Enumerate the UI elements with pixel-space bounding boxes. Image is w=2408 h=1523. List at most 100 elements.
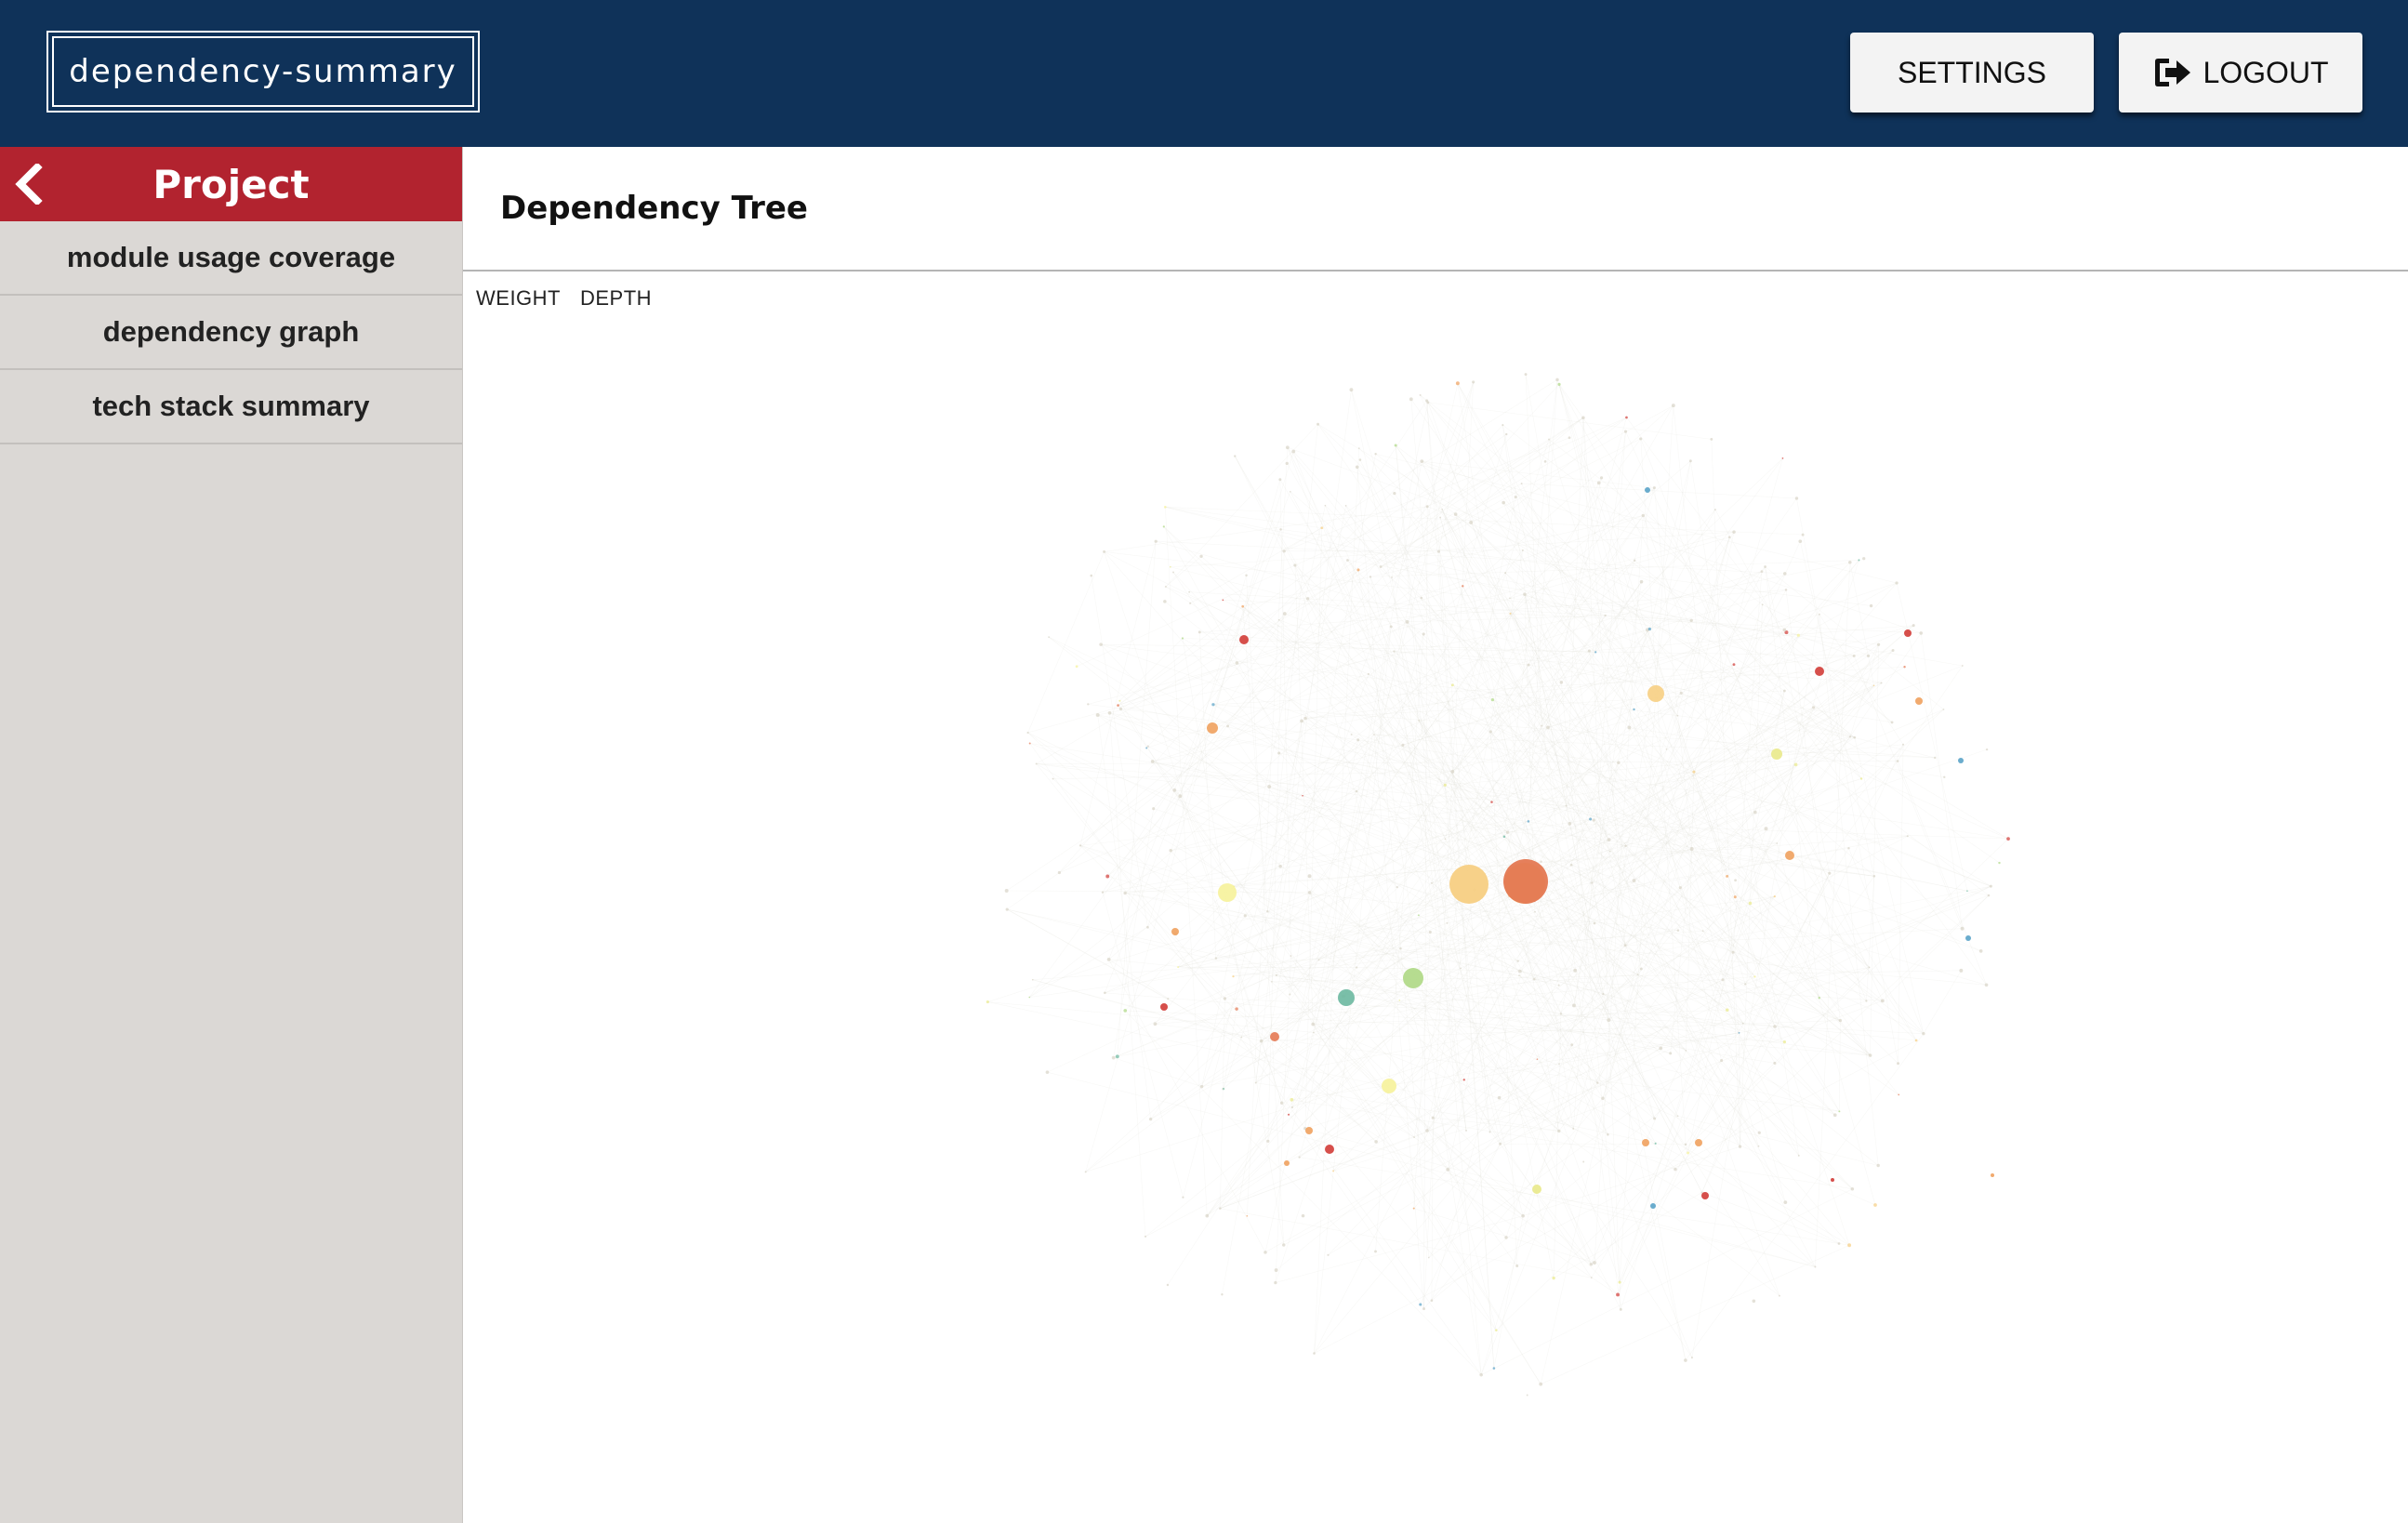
sidebar-item-tech-stack-summary[interactable]: tech stack summary xyxy=(0,370,462,444)
graph-node[interactable] xyxy=(1958,758,1964,763)
graph-node-minor xyxy=(1028,996,1031,999)
graph-edge xyxy=(1294,564,1570,825)
graph-node[interactable] xyxy=(1701,1192,1709,1199)
graph-node-minor xyxy=(1282,1243,1286,1247)
graph-node-minor xyxy=(1850,1186,1855,1191)
graph-node-minor xyxy=(1398,1000,1401,1001)
graph-edge xyxy=(1524,594,1604,995)
graph-node-minor xyxy=(1472,380,1475,384)
graph-node-minor xyxy=(1369,576,1372,578)
graph-node-minor xyxy=(1479,1372,1483,1377)
graph-node-minor xyxy=(1748,901,1753,906)
graph-node[interactable] xyxy=(1532,1185,1541,1194)
graph-node[interactable] xyxy=(1695,1139,1702,1146)
graph-node-minor xyxy=(1356,738,1360,742)
graph-node-minor xyxy=(1144,1235,1147,1238)
graph-node-minor xyxy=(1234,455,1237,457)
graph-node[interactable] xyxy=(1403,968,1423,988)
graph-node-minor xyxy=(1987,894,1991,897)
graph-node-minor xyxy=(1031,978,1034,981)
graph-node-minor xyxy=(1565,804,1568,807)
graph-node-minor xyxy=(1847,1243,1852,1248)
sidebar-item-dependency-graph[interactable]: dependency graph xyxy=(0,296,462,370)
graph-node-minor xyxy=(1607,1018,1611,1023)
graph-node[interactable] xyxy=(1647,685,1664,702)
graph-node[interactable] xyxy=(1815,667,1824,676)
graph-node-minor xyxy=(1978,949,1983,953)
graph-node[interactable] xyxy=(1218,883,1237,902)
graph-node-minor xyxy=(1984,983,1989,987)
graph-node-minor xyxy=(1399,947,1402,950)
graph-node-minor xyxy=(1431,1116,1435,1119)
graph-node-minor xyxy=(1332,1170,1335,1172)
graph-node[interactable] xyxy=(1645,487,1650,493)
graph-node-minor xyxy=(1895,581,1899,585)
graph-node[interactable] xyxy=(1503,859,1548,904)
settings-button[interactable]: SETTINGS xyxy=(1850,33,2094,113)
graph-node[interactable] xyxy=(1325,1145,1334,1154)
graph-node[interactable] xyxy=(1338,989,1355,1006)
depth-toggle[interactable]: DEPTH xyxy=(580,286,652,311)
graph-node[interactable] xyxy=(1207,722,1218,734)
graph-node-minor xyxy=(1689,618,1693,623)
graph-node[interactable] xyxy=(1284,1160,1290,1166)
graph-node[interactable] xyxy=(1239,635,1249,644)
graph-edge xyxy=(1677,1115,1879,1166)
graph-node[interactable] xyxy=(1650,1203,1656,1209)
graph-node-minor xyxy=(1518,969,1522,973)
graph-edge xyxy=(1269,614,1819,788)
graph-node-minor xyxy=(1441,508,1444,510)
graph-node[interactable] xyxy=(1785,851,1794,860)
graph-node-minor xyxy=(1075,665,1078,669)
graph-edge xyxy=(1155,976,1755,1025)
graph-node-minor xyxy=(1223,997,1227,1000)
graph-node-minor xyxy=(1592,818,1595,822)
graph-node-minor xyxy=(1890,721,1894,724)
graph-node[interactable] xyxy=(1642,1139,1649,1146)
graph-node-minor xyxy=(1303,716,1307,721)
graph-node[interactable] xyxy=(1915,697,1923,705)
graph-node[interactable] xyxy=(1270,1032,1279,1041)
graph-node-minor xyxy=(1998,861,2001,865)
graph-node-minor xyxy=(1653,1117,1657,1120)
graph-node[interactable] xyxy=(1991,1173,1994,1177)
chevron-left-icon[interactable] xyxy=(11,164,45,205)
graph-node-minor xyxy=(1214,957,1218,960)
graph-node-minor xyxy=(1539,1382,1543,1386)
graph-node[interactable] xyxy=(1160,1003,1168,1011)
graph-node[interactable] xyxy=(1831,1178,1834,1182)
graph-node-minor xyxy=(1409,397,1413,402)
graph-node[interactable] xyxy=(1449,865,1488,904)
graph-node-minor xyxy=(1602,993,1605,996)
graph-edge xyxy=(1317,424,1609,841)
graph-node-minor xyxy=(1316,422,1320,426)
graph-node-minor xyxy=(1514,495,1517,499)
graph-node[interactable] xyxy=(1305,1127,1313,1134)
graph-node-minor xyxy=(1865,1000,1868,1002)
graph-node-minor xyxy=(1450,683,1454,687)
sidebar-item-module-usage-coverage[interactable]: module usage coverage xyxy=(0,221,462,296)
graph-node-minor xyxy=(1444,838,1447,841)
graph-node-minor xyxy=(1989,884,1992,888)
graph-node[interactable] xyxy=(1171,928,1179,935)
graph-node[interactable] xyxy=(1771,748,1782,760)
graph-node-minor xyxy=(1101,891,1105,894)
graph-edge xyxy=(1313,1032,1595,1264)
graph-node-minor xyxy=(1502,500,1505,505)
graph-node-minor xyxy=(1902,743,1905,746)
dependency-graph-canvas[interactable] xyxy=(463,147,2408,1523)
graph-node-minor xyxy=(1005,907,1009,911)
graph-node[interactable] xyxy=(1382,1079,1396,1093)
app-logo[interactable]: dependency-summary xyxy=(46,31,480,113)
graph-edge xyxy=(1047,818,1591,1073)
graph-node-minor xyxy=(1401,743,1405,748)
weight-toggle[interactable]: WEIGHT xyxy=(476,286,561,311)
graph-node-minor xyxy=(1669,1052,1673,1055)
graph-node[interactable] xyxy=(1965,935,1971,941)
graph-node-minor xyxy=(1859,777,1863,780)
graph-node-minor xyxy=(1087,703,1090,706)
logout-button[interactable]: LOGOUT xyxy=(2119,33,2362,113)
graph-node[interactable] xyxy=(1904,629,1912,637)
graph-node-minor xyxy=(1665,748,1668,750)
graph-node-minor xyxy=(1107,710,1112,715)
